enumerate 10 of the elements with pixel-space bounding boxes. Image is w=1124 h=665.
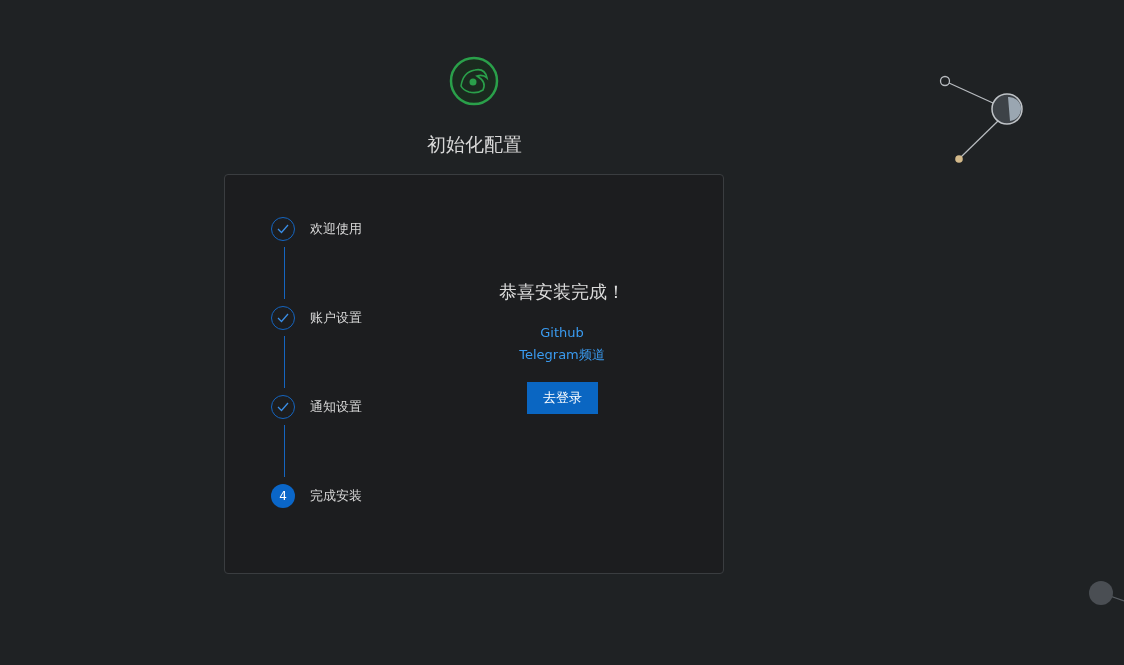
link[interactable]: Github: [540, 322, 584, 344]
step-label: 账户设置: [310, 309, 362, 327]
step-number: 4: [271, 484, 295, 508]
success-heading: 恭喜安装完成！: [499, 280, 625, 304]
login-button[interactable]: 去登录: [526, 382, 598, 414]
step-label: 完成安装: [310, 487, 362, 505]
link[interactable]: Telegram频道: [519, 344, 605, 366]
page-title: 初始化配置: [426, 132, 522, 156]
step-label: 欢迎使用: [310, 220, 362, 238]
step-label: 通知设置: [310, 398, 362, 416]
